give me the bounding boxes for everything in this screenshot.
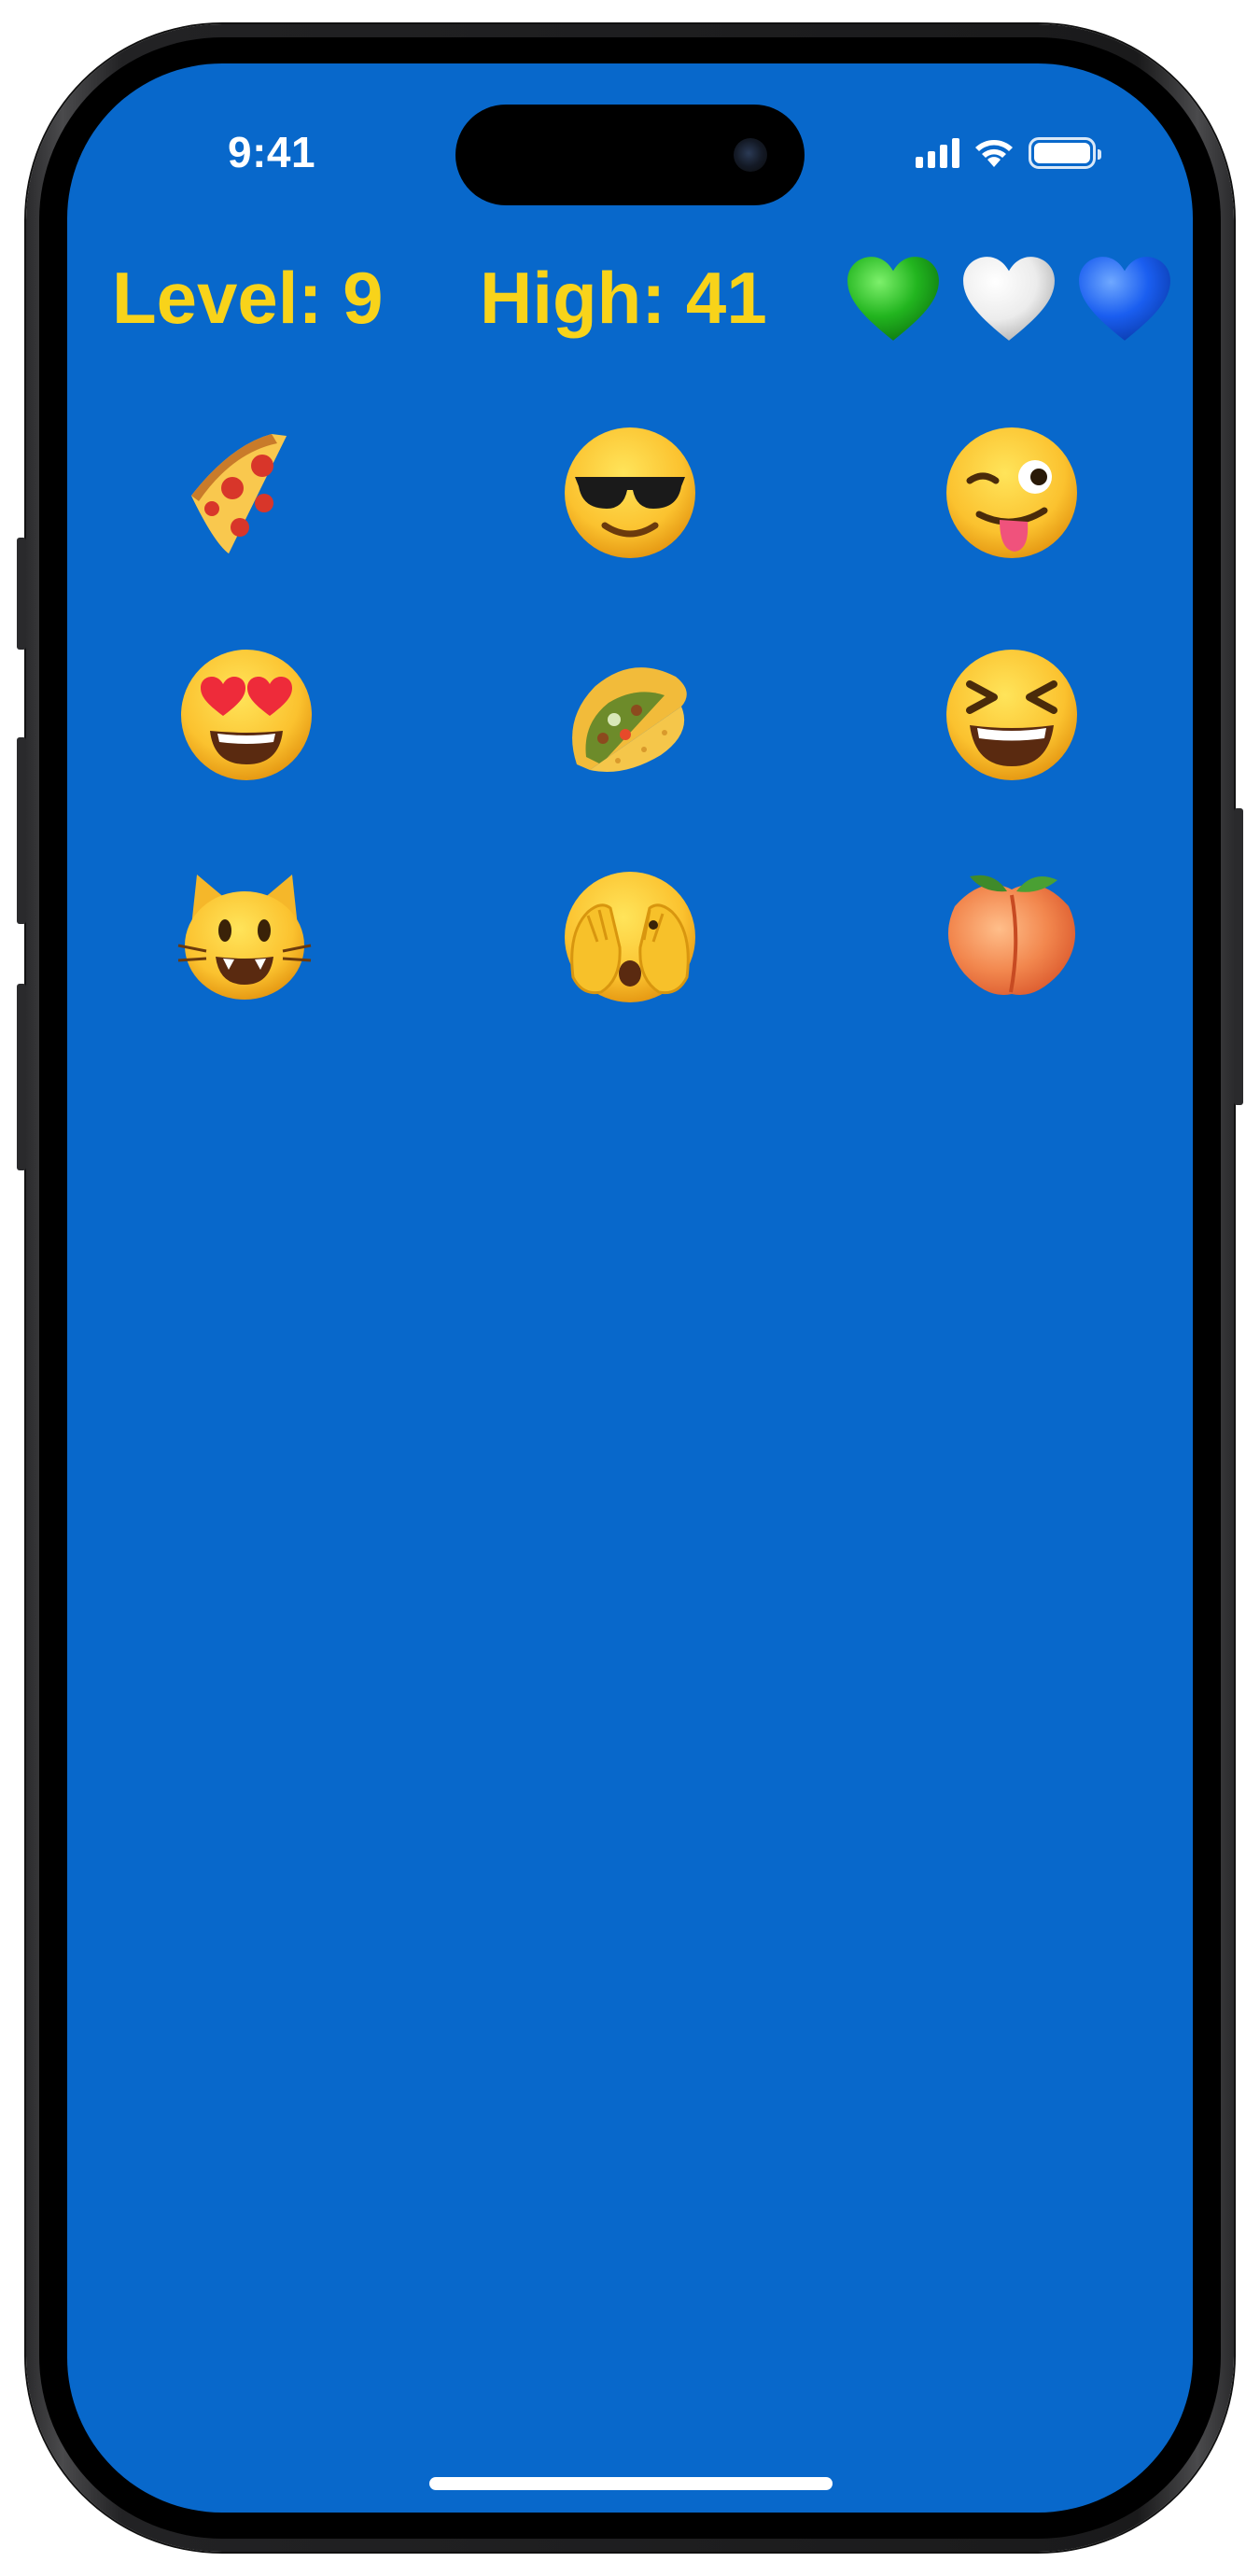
game-hud: Level: 9 High: 41 bbox=[67, 246, 1193, 349]
game-screen: 9:41 Level: 9 High: 41 bbox=[67, 63, 1193, 2513]
smiling-face-with-sunglasses-icon[interactable] bbox=[555, 418, 705, 567]
grinning-squinting-face-icon[interactable] bbox=[937, 640, 1086, 790]
status-bar: 9:41 bbox=[67, 63, 1193, 205]
volume-down-button bbox=[17, 984, 26, 1170]
white-heart-icon bbox=[963, 257, 1055, 341]
high-score-label: High: 41 bbox=[480, 257, 767, 339]
lives-display bbox=[846, 254, 1172, 343]
action-button bbox=[17, 538, 26, 650]
face-with-hands-over-eyes-icon[interactable] bbox=[555, 862, 705, 1012]
home-indicator[interactable] bbox=[429, 2477, 833, 2490]
emoji-row bbox=[67, 640, 1193, 790]
front-camera-icon bbox=[734, 138, 767, 172]
grinning-cat-icon[interactable] bbox=[170, 862, 319, 1012]
battery-icon bbox=[1029, 137, 1101, 169]
emoji-row bbox=[67, 418, 1193, 567]
pizza-icon[interactable] bbox=[170, 418, 319, 567]
winking-face-with-tongue-icon[interactable] bbox=[937, 418, 1086, 567]
peach-icon[interactable] bbox=[937, 862, 1086, 1012]
emoji-row bbox=[67, 862, 1193, 1012]
volume-up-button bbox=[17, 737, 26, 924]
power-button bbox=[1234, 808, 1243, 1105]
dynamic-island bbox=[455, 105, 805, 205]
status-time: 9:41 bbox=[228, 128, 316, 176]
status-icons bbox=[916, 134, 1101, 172]
level-label: Level: 9 bbox=[112, 257, 384, 339]
smiling-face-with-heart-eyes-icon[interactable] bbox=[172, 640, 321, 790]
green-heart-icon bbox=[847, 257, 939, 341]
wifi-icon bbox=[975, 140, 1013, 167]
blue-heart-icon bbox=[1079, 257, 1170, 341]
taco-icon[interactable] bbox=[553, 640, 703, 790]
cellular-signal-icon bbox=[916, 138, 959, 168]
